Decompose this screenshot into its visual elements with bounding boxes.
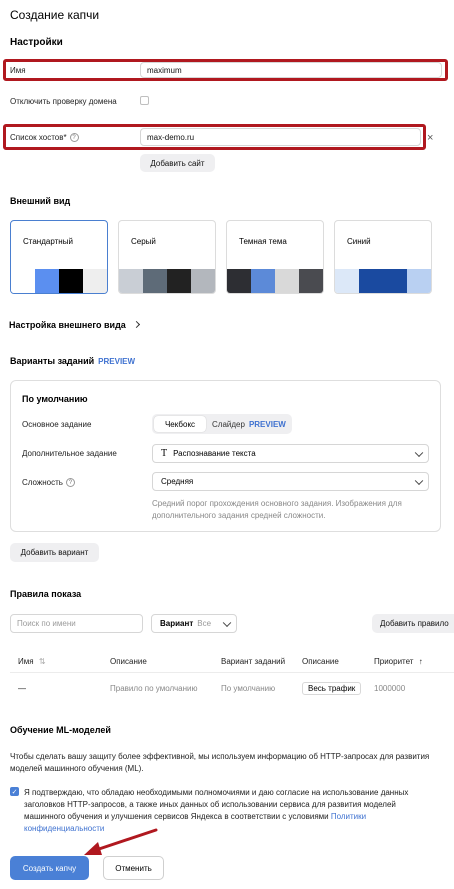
extra-task-select[interactable]: T Распознавание текста (152, 444, 429, 463)
ml-heading: Обучение ML-моделей (10, 725, 111, 735)
theme-card-gray[interactable]: Серый (118, 220, 216, 294)
traffic-badge: Весь трафик (302, 682, 362, 695)
difficulty-value: Средняя (161, 477, 194, 486)
name-label: Имя (10, 66, 26, 75)
main-task-label: Основное задание (22, 420, 92, 429)
help-icon[interactable]: ? (69, 133, 79, 143)
row-variant: По умолчанию (221, 684, 276, 693)
column-header-priority[interactable]: Приоритет ↑ (374, 657, 423, 666)
disable-domain-check-label: Отключить проверку домена (10, 97, 117, 106)
theme-card-blue[interactable]: Синий (334, 220, 432, 294)
hosts-input[interactable]: max-demo.ru (140, 128, 421, 146)
swatch (227, 269, 251, 293)
theme-swatches (335, 269, 431, 293)
swatch (119, 269, 143, 293)
theme-swatches (227, 269, 323, 293)
chevron-down-icon (414, 476, 424, 485)
page-title: Создание капчи (10, 8, 100, 22)
main-task-segmented-control: Чекбокс Слайдер PREVIEW (152, 414, 292, 434)
difficulty-label-text: Сложность (22, 478, 63, 487)
hosts-label: Список хостов*? (10, 133, 79, 143)
task-variants-heading: Варианты заданий PREVIEW (10, 356, 135, 366)
chevron-down-icon (222, 618, 232, 627)
task-variants-title: Варианты заданий (10, 356, 95, 366)
swatch (11, 269, 35, 293)
theme-card-standard[interactable]: Стандартный (10, 220, 108, 294)
theme-card-dark[interactable]: Темная тема (226, 220, 324, 294)
swatch (299, 269, 323, 293)
swatch (191, 269, 215, 293)
swatch (407, 269, 431, 293)
hosts-label-text: Список хостов* (10, 133, 67, 142)
swatch (59, 269, 83, 293)
chevron-right-icon (133, 320, 141, 329)
settings-heading: Настройки (10, 37, 63, 48)
swatch (251, 269, 275, 293)
theme-swatches (119, 269, 215, 293)
swatch (167, 269, 191, 293)
column-header-description: Описание (110, 657, 147, 666)
swatch (83, 269, 107, 293)
close-icon[interactable]: × (427, 132, 433, 144)
theme-name: Синий (347, 237, 371, 246)
row-description: Правило по умолчанию (110, 684, 198, 693)
variant-card-title: По умолчанию (22, 394, 88, 404)
swatch (335, 269, 359, 293)
add-rule-button[interactable]: Добавить правило (372, 614, 454, 633)
preview-badge: PREVIEW (98, 357, 136, 366)
column-header-label: Имя (18, 657, 34, 666)
text-icon: T (161, 448, 168, 459)
difficulty-label: Сложность? (22, 478, 75, 488)
variant-filter-select[interactable]: Вариант Все (151, 614, 237, 633)
theme-name: Темная тема (239, 237, 287, 246)
consent-checkbox[interactable]: ✓ (10, 787, 19, 796)
chevron-down-icon (414, 448, 424, 457)
difficulty-hint: Средний порог прохождения основного зада… (152, 499, 402, 520)
slider-option[interactable]: Слайдер PREVIEW (212, 414, 286, 434)
column-header-description-2: Описание (302, 657, 339, 666)
swatch (143, 269, 167, 293)
disable-domain-check-checkbox[interactable] (140, 96, 149, 105)
arrow-annotation-icon (84, 828, 158, 855)
display-rules-heading: Правила показа (10, 589, 82, 599)
column-header-name[interactable]: Имя ⇅ (18, 657, 46, 666)
create-captcha-button[interactable]: Создать капчу (10, 856, 89, 880)
theme-name: Серый (131, 237, 156, 246)
column-header-variant: Вариант заданий (221, 657, 286, 666)
add-site-button[interactable]: Добавить сайт (140, 154, 215, 172)
sort-icon: ⇅ (38, 657, 46, 666)
variant-filter-label: Вариант (160, 619, 194, 628)
sort-asc-icon: ↑ (418, 657, 423, 666)
slider-preview-badge: PREVIEW (248, 419, 286, 429)
appearance-heading: Внешний вид (10, 196, 71, 206)
cancel-button[interactable]: Отменить (103, 856, 164, 880)
search-input[interactable]: Поиск по имени (10, 614, 143, 633)
theme-swatches (11, 269, 107, 293)
row-priority: 1000000 (374, 684, 406, 693)
row-name: — (18, 684, 26, 693)
appearance-settings-label: Настройка внешнего вида (9, 320, 126, 330)
swatch (275, 269, 299, 293)
slider-option-label: Слайдер (212, 419, 245, 429)
swatch (359, 269, 383, 293)
difficulty-select[interactable]: Средняя (152, 472, 429, 491)
table-divider (10, 672, 454, 673)
help-icon[interactable]: ? (65, 478, 75, 488)
add-variant-button[interactable]: Добавить вариант (10, 543, 99, 562)
name-input[interactable]: maximum (140, 62, 442, 78)
checkbox-option[interactable]: Чекбокс (154, 416, 206, 432)
ml-description: Чтобы сделать вашу защиту более эффектив… (10, 752, 430, 773)
appearance-settings-link[interactable]: Настройка внешнего вида (9, 320, 141, 330)
variant-filter-value: Все (197, 619, 212, 628)
extra-task-label: Дополнительное задание (22, 449, 117, 458)
swatch (383, 269, 407, 293)
column-header-label: Приоритет (374, 657, 414, 666)
swatch (35, 269, 59, 293)
extra-task-value: Распознавание текста (173, 449, 256, 458)
theme-name: Стандартный (23, 237, 73, 246)
